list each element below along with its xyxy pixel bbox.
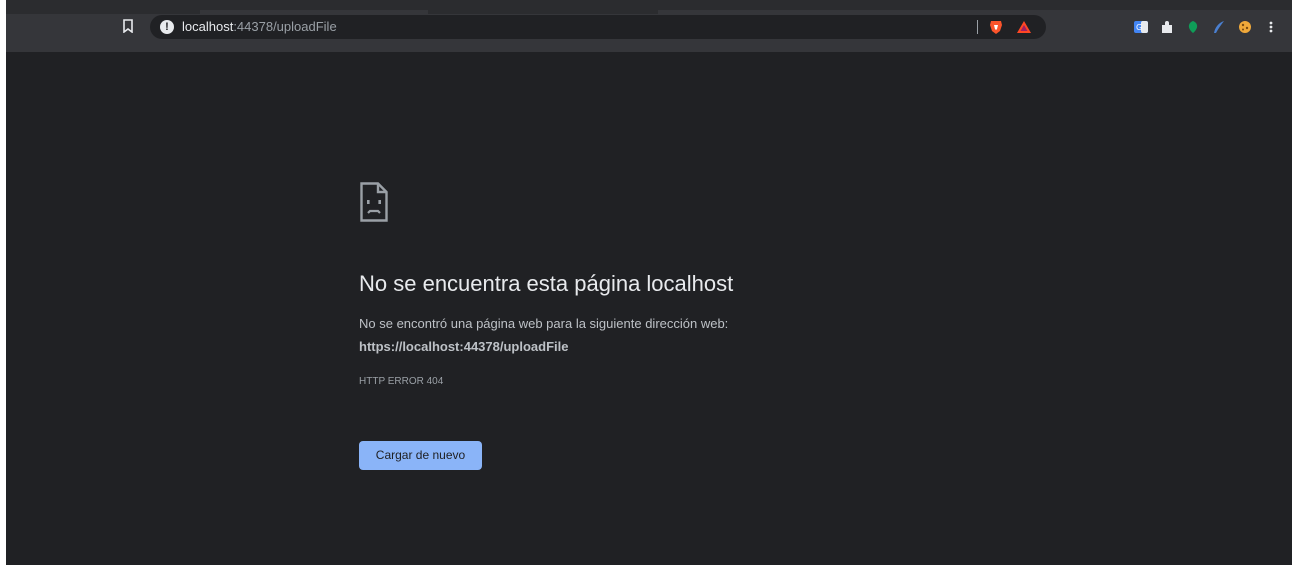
browser-chrome: ! localhost:44378/uploadFile G [6, 0, 1292, 52]
green-leaf-icon[interactable] [1186, 20, 1200, 34]
brave-lion-icon[interactable] [988, 19, 1004, 35]
bookmark-button[interactable] [116, 14, 140, 38]
menu-dots-icon[interactable] [1264, 20, 1278, 34]
error-description: No se encontró una página web para la si… [359, 316, 729, 331]
feather-icon[interactable] [1212, 20, 1226, 34]
error-page: No se encuentra esta página localhost No… [6, 52, 1292, 565]
translate-icon[interactable]: G [1134, 20, 1148, 34]
svg-text:G: G [1136, 23, 1142, 32]
reload-button[interactable]: Cargar de nuevo [359, 441, 482, 470]
info-circle-icon[interactable]: ! [160, 20, 174, 34]
tab-strip [6, 0, 1292, 14]
sad-page-icon [360, 182, 388, 222]
toolbar: ! localhost:44378/uploadFile G [6, 14, 1292, 52]
error-url: https://localhost:44378/uploadFile [359, 339, 569, 354]
address-bar[interactable]: ! localhost:44378/uploadFile [150, 15, 1046, 39]
bookmark-icon [123, 19, 133, 33]
rewards-triangle-icon[interactable] [1016, 19, 1032, 35]
url-path: :44378/uploadFile [233, 19, 337, 34]
browser-window: ! localhost:44378/uploadFile G No se enc… [0, 0, 1292, 565]
cookie-icon[interactable] [1238, 20, 1252, 34]
url-host: localhost [182, 19, 234, 34]
error-code: HTTP ERROR 404 [359, 376, 444, 387]
puzzle-icon[interactable] [1160, 20, 1174, 34]
omnibox-divider [977, 20, 978, 34]
page-title: No se encuentra esta página localhost [359, 271, 734, 296]
address-bar-url[interactable]: localhost:44378/uploadFile [182, 19, 337, 35]
